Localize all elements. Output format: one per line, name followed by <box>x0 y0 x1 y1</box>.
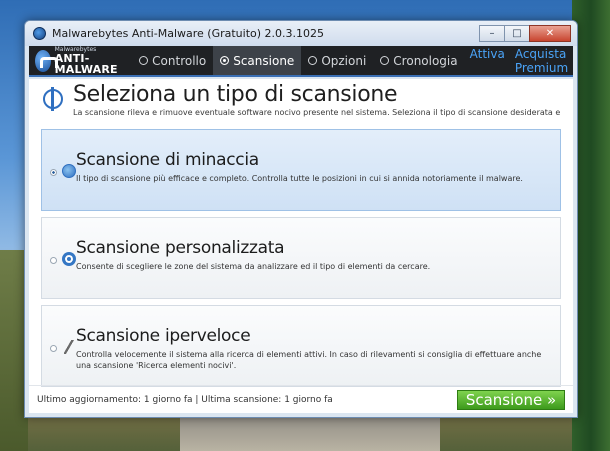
main-content: Seleziona un tipo di scansione La scansi… <box>29 79 573 413</box>
start-scan-button[interactable]: Scansione » <box>457 389 565 410</box>
malwarebytes-logo-icon <box>35 49 58 72</box>
page-subtitle: La scansione rileva e rimuove eventuale … <box>73 108 561 117</box>
custom-scan-radio[interactable] <box>50 257 57 264</box>
lightning-icon <box>64 340 74 354</box>
tab-label: Cronologia <box>393 53 458 68</box>
page-header: Seleziona un tipo di scansione La scansi… <box>29 79 573 127</box>
option-description: Controlla velocemente il sistema alla ri… <box>76 350 542 370</box>
brand-logo: Malwarebytes ANTI-MALWARE <box>29 46 132 75</box>
update-status: Ultimo aggiornamento: 1 giorno fa | Ulti… <box>37 394 333 405</box>
close-button[interactable]: ✕ <box>529 25 571 42</box>
page-title: Seleziona un tipo di scansione <box>73 82 398 107</box>
tab-label: Opzioni <box>321 53 367 68</box>
app-window: Malwarebytes Anti-Malware (Gratuito) 2.0… <box>24 20 578 418</box>
tab-controllo[interactable]: Controllo <box>132 46 213 75</box>
option-title: Scansione di minaccia <box>76 150 259 170</box>
hyper-scan-radio[interactable] <box>50 345 57 352</box>
clock-icon <box>139 56 149 65</box>
gear-icon <box>62 252 76 266</box>
option-description: Il tipo di scansione più efficace e comp… <box>76 174 523 183</box>
title-bar[interactable]: Malwarebytes Anti-Malware (Gratuito) 2.0… <box>25 21 577 46</box>
globe-icon <box>62 164 76 178</box>
app-logo-icon <box>33 27 46 40</box>
option-description: Consente di scegliere le zone del sistem… <box>76 262 431 271</box>
minimize-button[interactable]: – <box>479 25 505 42</box>
buy-premium-link[interactable]: Acquista Premium <box>510 47 573 75</box>
window-title: Malwarebytes Anti-Malware (Gratuito) 2.0… <box>52 27 325 40</box>
gear-icon <box>308 56 318 65</box>
brand-bottom-text: ANTI-MALWARE <box>54 51 118 76</box>
tab-label: Controllo <box>152 53 207 68</box>
option-hyper-scan[interactable]: Scansione iperveloce Controlla velocemen… <box>41 305 561 387</box>
scan-target-icon <box>43 89 63 109</box>
window-controls: – □ ✕ <box>479 25 571 42</box>
scan-icon <box>220 56 230 65</box>
tab-scansione[interactable]: Scansione <box>213 46 302 75</box>
nav-links: Attiva Acquista Premium <box>465 47 577 75</box>
history-icon <box>380 56 390 65</box>
option-title: Scansione personalizzata <box>76 238 285 258</box>
status-footer: Ultimo aggiornamento: 1 giorno fa | Ulti… <box>29 385 573 413</box>
activate-link[interactable]: Attiva <box>465 47 510 75</box>
option-threat-scan[interactable]: Scansione di minaccia Il tipo di scansio… <box>41 129 561 211</box>
tab-cronologia[interactable]: Cronologia <box>373 46 464 75</box>
tab-label: Scansione <box>233 53 295 68</box>
nav-bar: Malwarebytes ANTI-MALWARE Controllo Scan… <box>29 46 573 77</box>
maximize-button[interactable]: □ <box>504 25 530 42</box>
tab-opzioni[interactable]: Opzioni <box>301 46 373 75</box>
threat-scan-radio[interactable] <box>50 169 57 176</box>
option-title: Scansione iperveloce <box>76 326 251 346</box>
option-custom-scan[interactable]: Scansione personalizzata Consente di sce… <box>41 217 561 299</box>
